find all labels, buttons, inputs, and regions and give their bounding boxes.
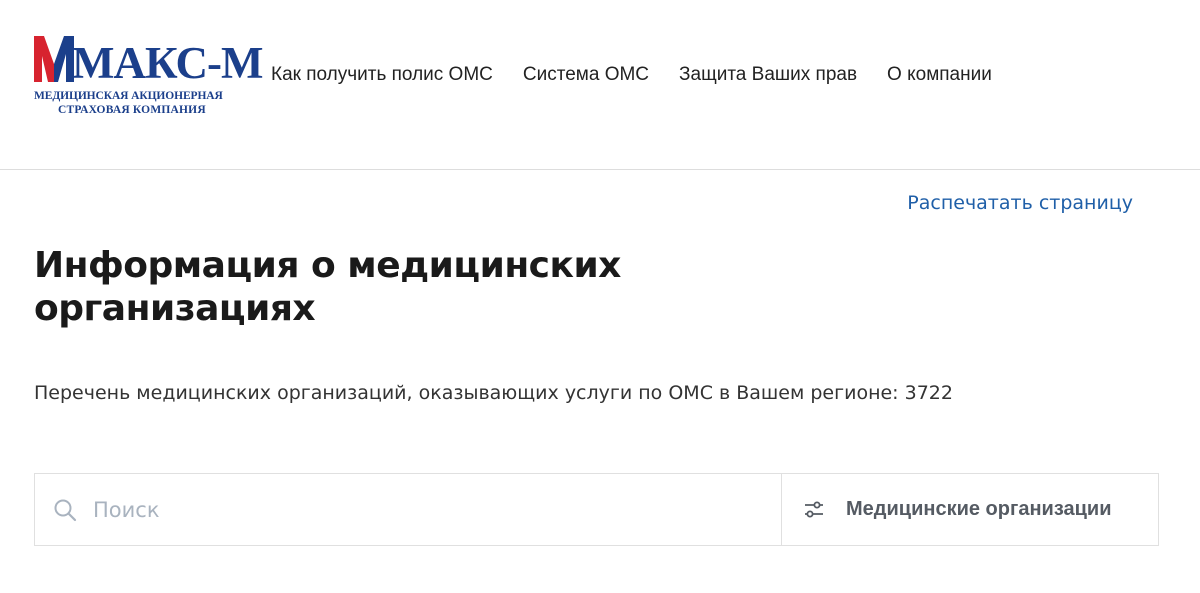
sliders-icon: [805, 501, 823, 517]
search-bar: Медицинские организации: [34, 473, 1159, 546]
logo-title: МАКС-М: [72, 38, 263, 88]
search-icon: [54, 499, 77, 521]
print-page-link[interactable]: Распечатать страницу: [907, 192, 1133, 214]
filter-dropdown[interactable]: Медицинские организации: [782, 474, 1158, 545]
nav-item-get-policy[interactable]: Как получить полис ОМС: [271, 63, 493, 87]
logo-subtitle-line2: СТРАХОВАЯ КОМПАНИЯ: [58, 104, 206, 116]
filter-label: Медицинские организации: [846, 498, 1112, 520]
nav-item-about-company[interactable]: О компании: [887, 63, 992, 87]
search-box[interactable]: [35, 474, 782, 545]
site-header: МАКС-М МЕДИЦИНСКАЯ АКЦИОНЕРНАЯ СТРАХОВАЯ…: [0, 0, 1200, 170]
logo-m-icon: [34, 36, 74, 82]
company-logo[interactable]: МАКС-М МЕДИЦИНСКАЯ АКЦИОНЕРНАЯ СТРАХОВАЯ…: [32, 34, 263, 118]
organizations-count-text: Перечень медицинских организаций, оказыв…: [34, 382, 953, 404]
search-input[interactable]: [93, 497, 693, 522]
main-nav: Как получить полис ОМС Система ОМС Защит…: [271, 63, 992, 87]
nav-item-rights-protection[interactable]: Защита Ваших прав: [679, 63, 857, 87]
page-title: Информация о медицинских организациях: [34, 245, 621, 329]
logo-subtitle-line1: МЕДИЦИНСКАЯ АКЦИОНЕРНАЯ: [34, 90, 223, 102]
nav-item-oms-system[interactable]: Система ОМС: [523, 63, 649, 87]
